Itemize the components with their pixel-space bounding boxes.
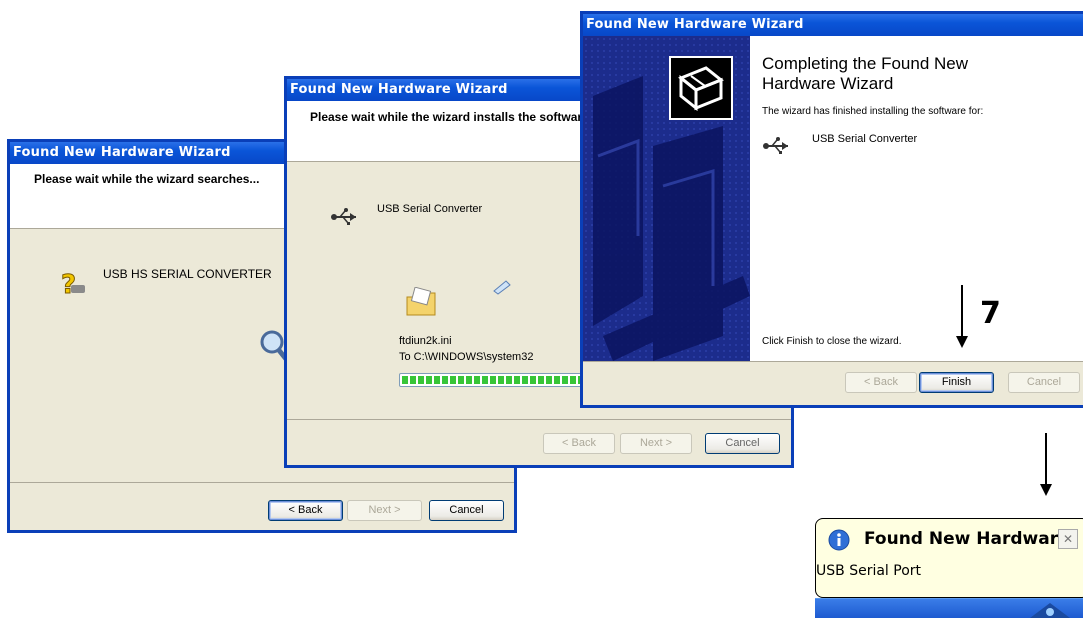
balloon-title: Found New Hardware bbox=[864, 529, 1070, 549]
file-destination: To C:\WINDOWS\system32 bbox=[399, 351, 534, 363]
balloon-message: USB Serial Port bbox=[816, 563, 922, 579]
header-text: Please wait while the wizard installs th… bbox=[310, 110, 583, 124]
progress-bar bbox=[399, 373, 599, 387]
arrow-head bbox=[956, 336, 968, 348]
window-title: Found New Hardware Wizard bbox=[583, 14, 1083, 36]
device-name: USB Serial Converter bbox=[812, 133, 918, 145]
device-name: USB HS SERIAL CONVERTER bbox=[103, 267, 272, 281]
balloon-close-button[interactable]: ✕ bbox=[1058, 529, 1078, 549]
usb-icon bbox=[763, 137, 788, 154]
progress-fill bbox=[402, 376, 596, 384]
close-hint: Click Finish to close the wizard. bbox=[762, 336, 902, 347]
arrow-shaft bbox=[961, 285, 963, 337]
cancel-button[interactable]: Cancel bbox=[705, 433, 780, 454]
back-button[interactable]: < Back bbox=[845, 372, 917, 393]
flying-document-icon bbox=[493, 280, 511, 295]
taskbar bbox=[815, 598, 1083, 618]
folder-icon bbox=[406, 287, 436, 316]
next-button[interactable]: Next > bbox=[620, 433, 692, 454]
info-text: The wizard has finished installing the s… bbox=[762, 106, 984, 117]
close-icon: ✕ bbox=[1062, 532, 1074, 546]
cancel-button[interactable]: Cancel bbox=[429, 500, 504, 521]
back-button[interactable]: < Back bbox=[268, 500, 343, 521]
footer-divider bbox=[287, 419, 791, 420]
info-icon bbox=[828, 529, 850, 551]
device-name: USB Serial Converter bbox=[377, 203, 483, 215]
heading-line-2: Hardware Wizard bbox=[762, 74, 894, 93]
notification-balloon[interactable]: Found New Hardware ✕ USB Serial Port bbox=[815, 518, 1083, 598]
tray-icon bbox=[1030, 603, 1070, 618]
file-name: ftdiun2k.ini bbox=[399, 335, 452, 347]
heading-line-1: Completing the Found New bbox=[762, 54, 969, 73]
svg-text:?: ? bbox=[61, 270, 76, 299]
usb-icon bbox=[331, 208, 356, 225]
question-device-icon: ? bbox=[61, 270, 85, 299]
wizard-content: Completing the Found New Hardware Wizard… bbox=[750, 36, 1083, 361]
hardware-box-icon bbox=[669, 56, 733, 120]
footer-divider bbox=[583, 361, 1083, 362]
wizard-window-completing: Found New Hardware Wizard Completing the… bbox=[580, 11, 1083, 408]
next-button[interactable]: Next > bbox=[347, 500, 422, 521]
footer-divider bbox=[10, 482, 514, 483]
back-button[interactable]: < Back bbox=[543, 433, 615, 454]
header-text: Please wait while the wizard searches... bbox=[34, 172, 260, 186]
finish-button[interactable]: Finish bbox=[919, 372, 994, 393]
completion-heading: Completing the Found New Hardware Wizard bbox=[762, 54, 968, 94]
arrow-head bbox=[1040, 484, 1052, 496]
arrow-shaft bbox=[1045, 433, 1047, 485]
cancel-button[interactable]: Cancel bbox=[1008, 372, 1080, 393]
step-number: 7 bbox=[980, 296, 1001, 331]
